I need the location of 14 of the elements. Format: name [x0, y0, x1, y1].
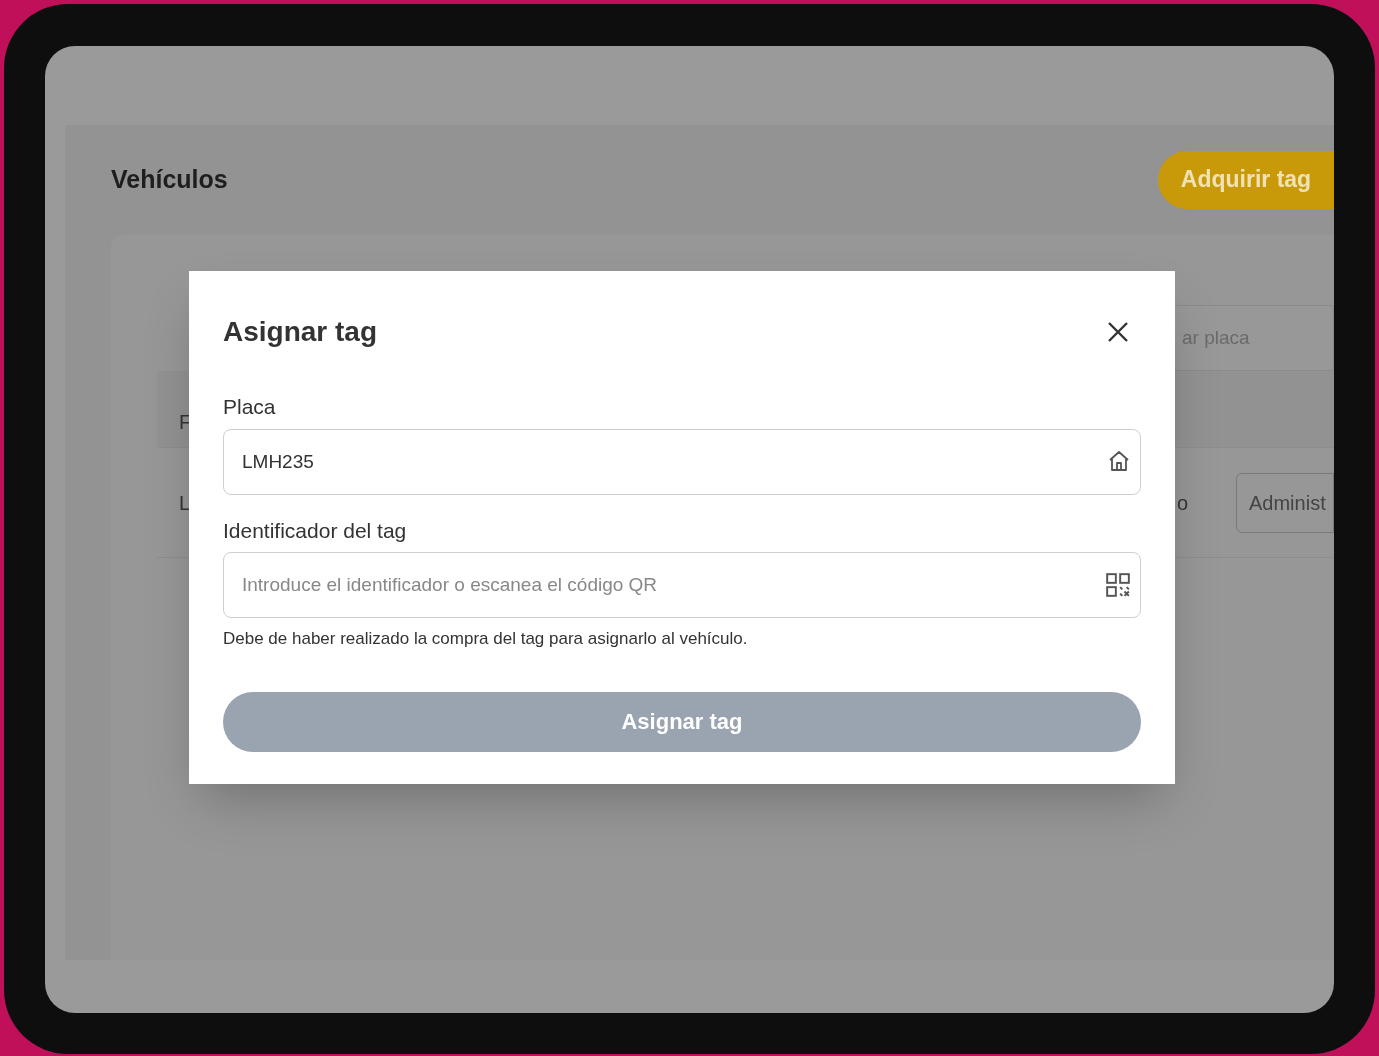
field-label: Placa	[223, 394, 277, 420]
home-icon	[1107, 448, 1131, 473]
role-button[interactable]: Administ	[1236, 472, 1334, 533]
hint-text: Debe de haber realizado la compra del tag para asignarlo al vehículo.	[223, 628, 749, 650]
close-icon[interactable]	[1107, 321, 1129, 343]
input-field[interactable]: LMH235	[223, 428, 1141, 495]
field-label: Identificador del tag	[223, 517, 408, 544]
table-cell-text: o	[1176, 490, 1188, 516]
page-title: Vehículos	[111, 163, 228, 195]
qr-code-icon[interactable]	[1105, 572, 1131, 598]
dialog-title: Asignar tag	[223, 315, 378, 349]
input-field[interactable]: Introduce el identificador o escanea el código QR	[223, 552, 1141, 618]
table-cell-text: L	[179, 490, 191, 516]
buy-tag-button[interactable]: Adquirir tag	[1158, 150, 1334, 209]
